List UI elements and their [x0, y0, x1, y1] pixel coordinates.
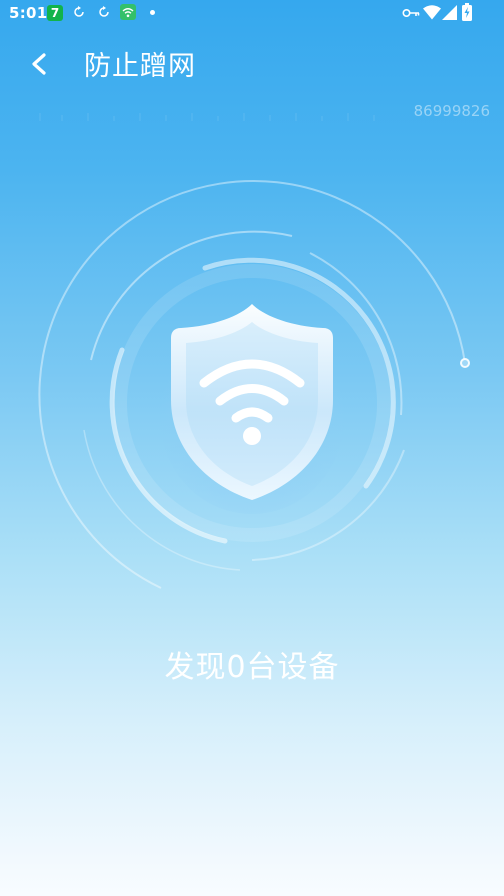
scan-id-number: 86999826 [413, 102, 490, 120]
sync-icon [99, 6, 109, 17]
vpn-key-icon [402, 8, 420, 18]
notification-dot [150, 10, 155, 15]
battery-charging-icon [462, 3, 472, 21]
page-title: 防止蹭网 [84, 51, 196, 82]
status-bar: 5:01 7 [0, 0, 504, 28]
chevron-left-icon [32, 53, 46, 75]
back-button[interactable] [22, 46, 58, 82]
wifi-app-icon [120, 4, 136, 20]
shield-wifi-icon [160, 304, 344, 514]
cell-signal-icon [442, 5, 457, 20]
radar-scan-graphic [38, 179, 470, 589]
status-time: 5:01 [9, 4, 48, 22]
sync-icon [74, 6, 84, 17]
scan-tick-row [39, 113, 375, 121]
wifi-signal-icon [423, 5, 441, 20]
app-7-icon: 7 [47, 5, 63, 21]
device-count-text: 发现0台设备 [164, 650, 340, 685]
screen: 5:01 7 防止蹭网 86999826 发现0台设备 [0, 0, 504, 896]
